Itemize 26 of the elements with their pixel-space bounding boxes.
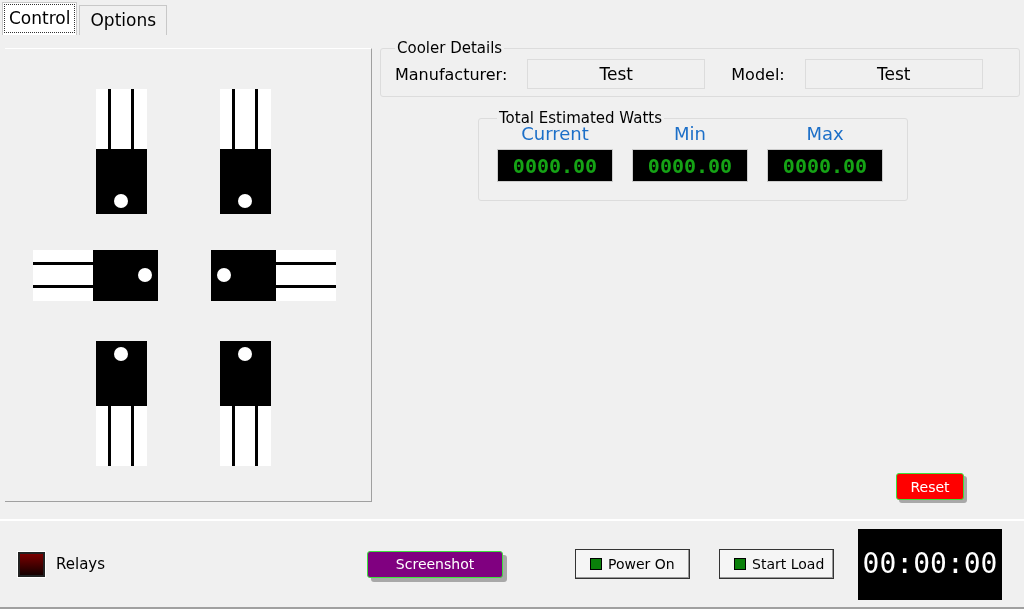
relay-indicator-icon	[18, 551, 45, 577]
led-icon	[590, 558, 603, 570]
timer-display: 00:00:00	[858, 528, 1003, 600]
transistor-icon	[33, 250, 158, 301]
digital-readout: 0000.00	[497, 149, 613, 182]
tab[interactable]: Options	[79, 5, 168, 35]
start-load-button[interactable]: Start Load	[719, 549, 835, 579]
transistor-icon	[96, 341, 147, 466]
readout-label: Min	[674, 123, 706, 145]
read-only-field: Test	[804, 59, 983, 89]
relays-label: Relays	[56, 555, 106, 573]
field-label: Model:	[731, 64, 785, 84]
transistor-icon	[211, 250, 336, 301]
power-on-button[interactable]: Power On	[575, 549, 691, 579]
transistor-icon	[220, 341, 271, 466]
digital-readout: 0000.00	[767, 149, 883, 182]
group-title: Cooler Details	[396, 39, 504, 57]
field-label: Manufacturer:	[395, 64, 508, 84]
led-icon	[734, 558, 747, 570]
transistor-icon	[96, 89, 147, 214]
read-only-field: Test	[527, 59, 706, 89]
reset-button[interactable]: Reset	[896, 473, 964, 500]
digital-readout: 0000.00	[632, 149, 748, 182]
readout-label: Max	[806, 123, 844, 145]
tab[interactable]: Control	[2, 2, 78, 35]
transistor-icon	[220, 89, 271, 214]
